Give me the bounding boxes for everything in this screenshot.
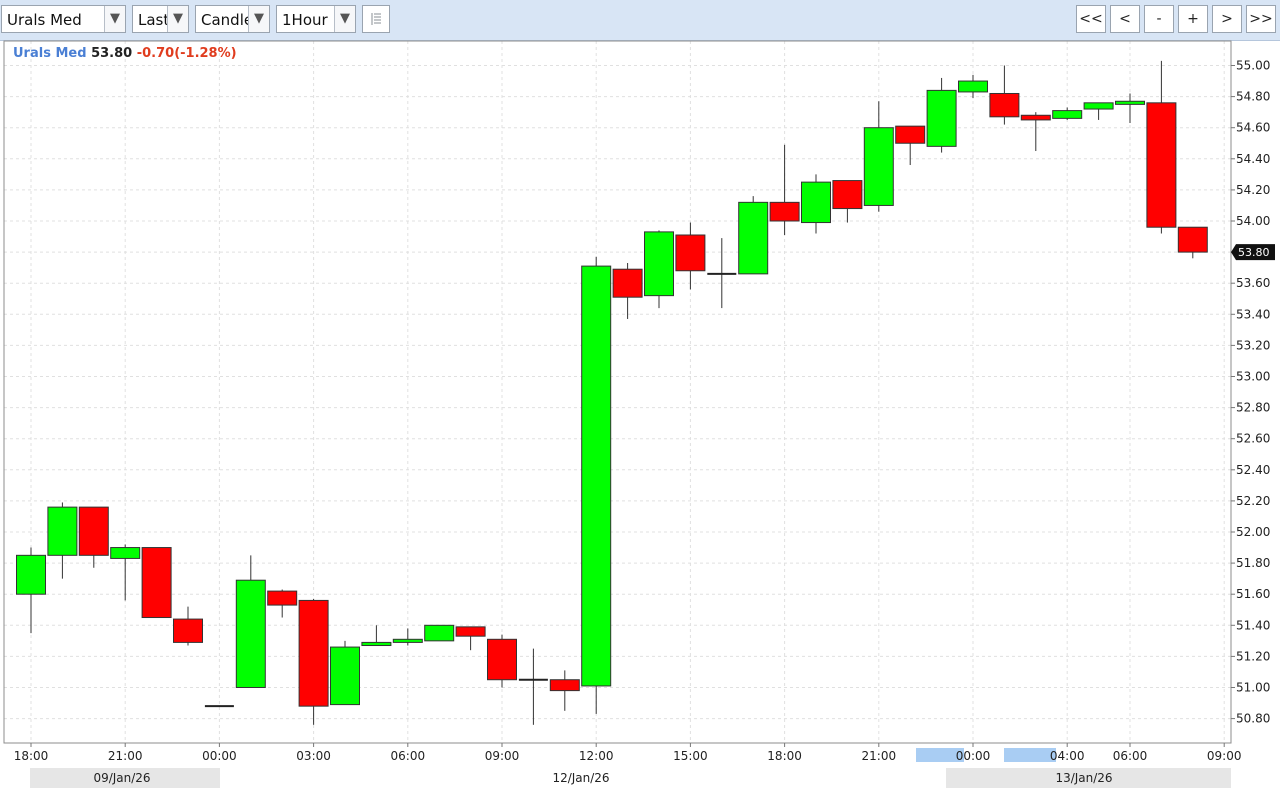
candle <box>298 598 329 725</box>
date-label: 12/Jan/26 <box>552 771 609 785</box>
candle <box>487 634 517 688</box>
x-tick-label: 00:00 <box>202 749 237 763</box>
y-tick-label: 51.80 <box>1236 556 1270 570</box>
candle-body <box>1020 114 1051 121</box>
candle-body <box>141 547 172 619</box>
x-tick-label: 21:00 <box>862 749 897 763</box>
candle-body <box>926 89 957 147</box>
y-tick-label: 52.40 <box>1236 463 1270 477</box>
candle-body <box>361 641 392 647</box>
candle-body <box>738 201 769 275</box>
y-tick-label: 53.40 <box>1236 307 1270 321</box>
candle-body <box>298 599 329 707</box>
candle-body <box>644 231 674 297</box>
candle-body <box>1052 110 1083 119</box>
candle-body <box>581 265 612 687</box>
candle-body <box>235 579 266 689</box>
last-price-label: 53.80 <box>1238 246 1270 259</box>
x-highlight-band <box>1004 748 1056 762</box>
candle-body <box>958 80 988 93</box>
candle-body <box>1115 100 1145 105</box>
x-tick-label: 18:00 <box>14 749 49 763</box>
candle-body <box>16 554 46 595</box>
candle-body <box>455 626 486 637</box>
x-tick-label: 09:00 <box>485 749 520 763</box>
y-tick-label: 53.20 <box>1236 338 1270 352</box>
quote-symbol: Urals Med <box>13 46 87 61</box>
candle-body <box>989 92 1020 118</box>
y-tick-label: 55.00 <box>1236 59 1270 73</box>
y-tick-label: 54.40 <box>1236 152 1270 166</box>
candle-body <box>330 646 360 706</box>
x-tick-label: 21:00 <box>108 749 143 763</box>
candle-body <box>1177 226 1208 253</box>
y-tick-label: 54.20 <box>1236 183 1270 197</box>
y-tick-label: 52.00 <box>1236 525 1270 539</box>
candle-body <box>675 234 706 272</box>
x-tick-label: 09:00 <box>1207 749 1242 763</box>
x-tick-label: 04:00 <box>1050 749 1085 763</box>
y-tick-label: 51.20 <box>1236 649 1270 663</box>
candle-body <box>173 618 203 643</box>
chart-background <box>0 41 1280 793</box>
candle-body <box>392 638 423 643</box>
x-tick-label: 06:00 <box>391 749 426 763</box>
candle-body <box>110 547 141 559</box>
y-tick-label: 51.40 <box>1236 618 1270 632</box>
candle-body <box>612 268 643 298</box>
y-tick-label: 51.00 <box>1236 681 1270 695</box>
candle-body <box>801 181 831 224</box>
candle-body <box>487 638 517 681</box>
x-tick-label: 03:00 <box>296 749 331 763</box>
candle-body <box>1146 102 1177 228</box>
y-tick-label: 54.00 <box>1236 214 1270 228</box>
quote-change: -0.70(-1.28%) <box>136 46 237 61</box>
y-tick-label: 52.80 <box>1236 401 1270 415</box>
last-price-marker: 53.80 <box>1231 244 1275 261</box>
y-tick-label: 54.80 <box>1236 90 1270 104</box>
x-tick-label: 00:00 <box>956 749 991 763</box>
y-tick-label: 52.60 <box>1236 432 1270 446</box>
candle-body <box>47 506 78 556</box>
candle <box>738 196 769 275</box>
date-label: 13/Jan/26 <box>1055 771 1112 785</box>
quote-header: Urals Med 53.80 -0.70(-1.28%) <box>13 46 237 61</box>
y-tick-label: 50.80 <box>1236 712 1270 726</box>
candlestick-chart[interactable]: 50.80 51.00 51.20 51.40 51.60 51.80 52.00 52.20… <box>0 0 1280 793</box>
candle-body <box>1083 102 1114 110</box>
x-tick-label: 15:00 <box>673 749 708 763</box>
candle-body <box>424 624 455 642</box>
candle <box>141 547 172 619</box>
x-tick-label: 18:00 <box>767 749 802 763</box>
candle-body <box>267 590 298 606</box>
candle-body <box>895 125 926 144</box>
date-label: 09/Jan/26 <box>93 771 150 785</box>
candle-body <box>769 201 800 222</box>
y-tick-label: 51.60 <box>1236 587 1270 601</box>
y-tick-label: 52.20 <box>1236 494 1270 508</box>
y-tick-label: 54.60 <box>1236 121 1270 135</box>
x-tick-label: 06:00 <box>1113 749 1148 763</box>
candle <box>581 256 612 714</box>
y-tick-label: 53.60 <box>1236 276 1270 290</box>
candle <box>424 624 455 642</box>
candle-body <box>78 506 109 556</box>
candle-body <box>549 679 580 692</box>
x-tick-label: 12:00 <box>579 749 614 763</box>
candle-body <box>832 180 863 210</box>
quote-last-price: 53.80 <box>91 46 133 61</box>
candle-body <box>863 127 894 206</box>
y-tick-label: 53.00 <box>1236 370 1270 384</box>
candle <box>330 640 360 706</box>
